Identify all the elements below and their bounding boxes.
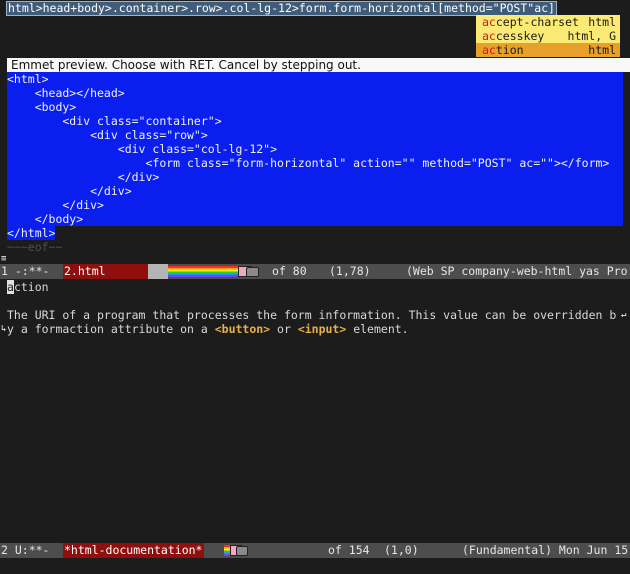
completion-match: ac xyxy=(482,29,496,43)
emmet-input[interactable]: html>head+body>.container>.row>.col-lg-1… xyxy=(6,1,557,16)
modeline-line-col: (1,78) xyxy=(329,264,371,278)
modeline-bottom: 2 U:**- *html-documentation* of 154 (1,0… xyxy=(0,543,630,558)
completion-rest: cesskey xyxy=(495,29,545,43)
completion-rest: cept-charset xyxy=(495,15,579,29)
completion-annotation: html, G xyxy=(567,29,616,43)
emmet-preview-header: Emmet preview. Choose with RET. Cancel b… xyxy=(7,58,630,72)
modeline-buffer-name[interactable]: *html-documentation* xyxy=(63,543,204,558)
wrap-arrow-icon: ↵ xyxy=(621,310,627,320)
doc-text: element. xyxy=(346,322,409,336)
code-line: </div> xyxy=(7,184,132,198)
doc-keyword-button: <button> xyxy=(214,322,271,336)
code-line: <form class="form-horizontal" action="" … xyxy=(7,156,610,170)
modeline-position: of 154 xyxy=(328,543,370,557)
completion-item-accept-charset[interactable]: accept-charset html xyxy=(476,15,620,29)
wrap-continue-icon: ↳ xyxy=(1,324,7,334)
doc-description-line: y a formaction attribute on a <button> o… xyxy=(7,322,409,336)
doc-text: or xyxy=(270,322,298,336)
modeline-modes: (Web SP company-web-html yas Pro xyxy=(406,264,628,278)
code-line: </div> xyxy=(7,198,104,212)
modeline-top: 1 -:**- 2.html of 80 (1,78) (Web SP comp… xyxy=(0,264,630,279)
modeline-status: 2 U:**- xyxy=(1,543,64,557)
text-cursor: a xyxy=(7,280,14,294)
code-line: <div class="container"> xyxy=(7,114,222,128)
code-line: <div class="col-lg-12"> xyxy=(7,142,278,156)
code-line: <head></head> xyxy=(7,86,125,100)
doc-description-line: The URI of a program that processes the … xyxy=(7,308,617,322)
completion-annotation: html xyxy=(588,15,616,29)
completion-item-action[interactable]: action html xyxy=(476,43,620,57)
modeline-position: of 80 xyxy=(272,264,307,278)
modeline-separator xyxy=(148,264,168,279)
eof-marker: ~~~eof~~ xyxy=(7,240,63,254)
completion-rest: tion xyxy=(495,43,524,57)
modeline-line-col: (1,0) xyxy=(384,543,419,557)
modeline-modes: (Fundamental) Mon Jun 15 xyxy=(462,543,629,557)
code-line: <div class="row"> xyxy=(7,128,208,142)
doc-title: action xyxy=(7,280,49,294)
doc-title-rest: ction xyxy=(13,280,49,294)
emmet-preview-box: <html> <head></head> <body> <div class="… xyxy=(7,72,623,226)
modeline-status: 1 -:**- xyxy=(1,264,64,278)
code-line: </body> xyxy=(7,212,84,226)
nyan-cat-head-icon xyxy=(246,267,259,277)
completion-match: ac xyxy=(482,15,496,29)
fringe-marker: ≡ xyxy=(1,254,7,264)
doc-keyword-input: <input> xyxy=(297,322,347,336)
code-line: <html> xyxy=(7,72,49,86)
completion-annotation: html xyxy=(588,43,616,57)
completion-match: ac xyxy=(482,43,496,57)
nyan-rainbow-icon xyxy=(168,266,240,277)
nyan-cat-head-icon xyxy=(236,546,248,556)
doc-text: y a formaction attribute on a xyxy=(7,322,215,336)
modeline-buffer-name[interactable]: 2.html xyxy=(63,264,148,279)
completion-item-accesskey[interactable]: accesskey html, G xyxy=(476,29,620,43)
completion-popup: accept-charset html accesskey html, G acti… xyxy=(476,15,620,57)
code-line: <body> xyxy=(7,100,77,114)
code-line: </html> xyxy=(7,226,56,240)
code-line: </div> xyxy=(7,170,160,184)
